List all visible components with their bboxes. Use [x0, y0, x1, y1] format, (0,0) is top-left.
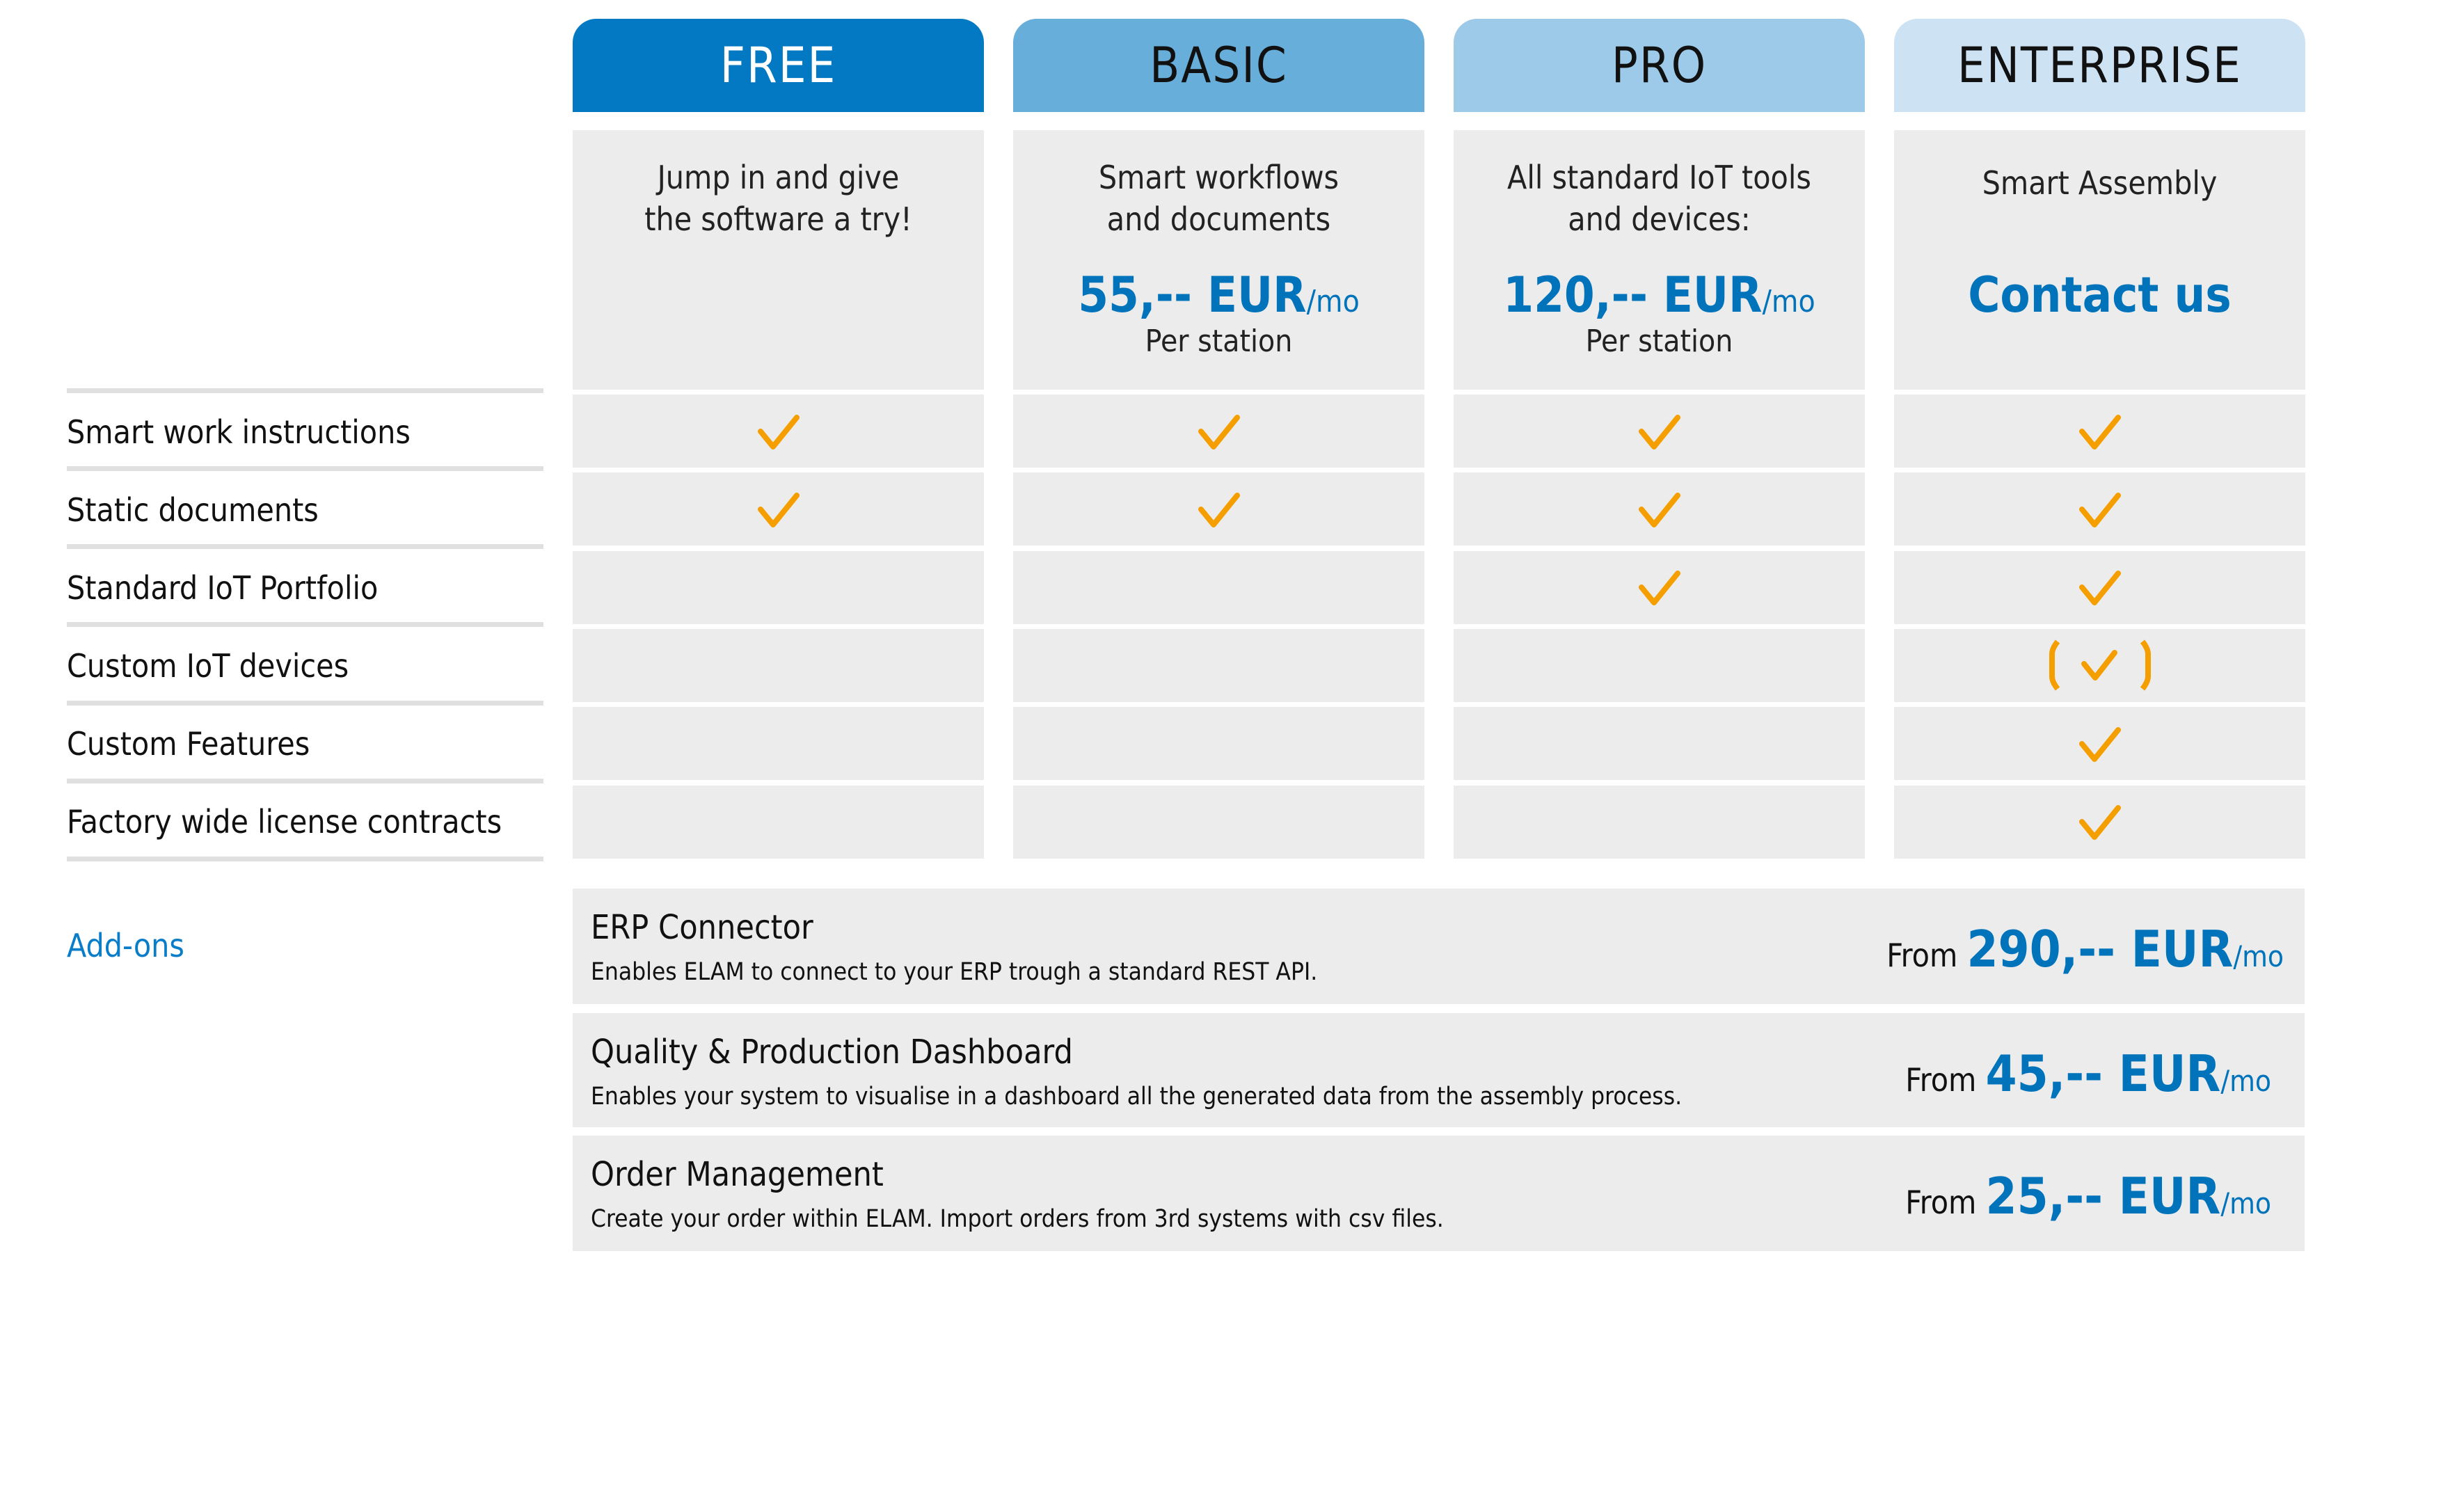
- divider: [67, 466, 543, 471]
- feature-label: Static documents: [67, 491, 319, 529]
- price-value: 290,-- EUR: [1966, 920, 2234, 978]
- divider: [67, 857, 543, 861]
- plan-card-enterprise: Smart Assembly Contact us: [1894, 130, 2305, 390]
- feature-cell: [1013, 785, 1424, 859]
- plan-price: 55,-- EUR/mo: [1013, 266, 1424, 324]
- feature-label: Custom IoT devices: [67, 647, 349, 685]
- plan-description: Smart workflows and documents: [1098, 159, 1339, 238]
- feature-cell: [1894, 472, 2305, 546]
- price-prefix: From: [1886, 937, 1958, 974]
- partial-check-icon: [2049, 639, 2151, 691]
- price-value: 25,-- EUR: [1985, 1167, 2221, 1225]
- addon-order-management: Order Management Create your order withi…: [573, 1136, 2305, 1251]
- plan-price: 120,-- EUR/mo: [1454, 266, 1865, 324]
- plan-description: Jump in and give the software a try!: [644, 159, 912, 238]
- plan-description: All standard IoT tools and devices:: [1507, 159, 1811, 238]
- feature-label: Custom Features: [67, 725, 310, 763]
- plan-header-basic: BASIC: [1013, 19, 1424, 112]
- feature-cell: [1894, 628, 2305, 702]
- check-icon: [1638, 414, 1680, 449]
- check-icon: [2078, 492, 2121, 527]
- price-value: 45,-- EUR: [1985, 1044, 2221, 1103]
- addon-price: From 25,-- EUR/mo: [1905, 1167, 2271, 1225]
- price-prefix: From: [1905, 1184, 1977, 1221]
- feature-cell: [573, 550, 984, 624]
- contact-us-link[interactable]: Contact us: [1894, 266, 2305, 324]
- plan-card-pro: All standard IoT tools and devices: 120,…: [1454, 130, 1865, 390]
- check-icon: [2078, 726, 2121, 762]
- addons-heading: Add-ons: [67, 927, 184, 964]
- addon-name: Order Management: [591, 1155, 884, 1194]
- price-period: /mo: [2233, 939, 2284, 973]
- check-icon: [2078, 805, 2121, 840]
- feature-label: Factory wide license contracts: [67, 803, 502, 841]
- feature-cell: [1013, 707, 1424, 781]
- feature-cell: [1454, 628, 1865, 702]
- plan-card-free: Jump in and give the software a try!: [573, 130, 984, 390]
- feature-label: Standard IoT Portfolio: [67, 569, 379, 607]
- price-unit: Per station: [1585, 324, 1733, 359]
- price-period: /mo: [1762, 284, 1815, 319]
- addon-name: Quality & Production Dashboard: [591, 1033, 1073, 1072]
- feature-cell: [1013, 628, 1424, 702]
- feature-cell: [573, 472, 984, 546]
- feature-cell: [1013, 472, 1424, 546]
- check-icon: [1638, 571, 1680, 606]
- check-icon: [757, 492, 800, 527]
- feature-cell: [1894, 785, 2305, 859]
- feature-cell: [1454, 395, 1865, 468]
- divider: [67, 388, 543, 393]
- feature-cell: [1894, 707, 2305, 781]
- addon-description: Create your order within ELAM. Import or…: [591, 1205, 1444, 1233]
- feature-cell: [1454, 785, 1865, 859]
- check-icon: [757, 414, 800, 449]
- feature-cell: [573, 395, 984, 468]
- divider: [67, 701, 543, 706]
- feature-cell: [1454, 472, 1865, 546]
- price-period: /mo: [2220, 1186, 2271, 1220]
- divider: [67, 544, 543, 549]
- feature-cell: [573, 628, 984, 702]
- check-icon: [1198, 492, 1240, 527]
- feature-cell: [1894, 395, 2305, 468]
- price-period: /mo: [2220, 1064, 2271, 1098]
- check-icon: [1198, 414, 1240, 449]
- plan-header-pro: PRO: [1454, 19, 1865, 112]
- price-value: 55,-- EUR: [1078, 266, 1307, 324]
- feature-cell: [1894, 550, 2305, 624]
- price-period: /mo: [1306, 284, 1360, 319]
- addon-name: ERP Connector: [591, 908, 813, 947]
- addon-price: From 45,-- EUR/mo: [1905, 1044, 2271, 1103]
- feature-cell: [573, 707, 984, 781]
- feature-label: Smart work instructions: [67, 413, 411, 451]
- check-icon: [2078, 571, 2121, 606]
- addon-erp-connector: ERP Connector Enables ELAM to connect to…: [573, 889, 2305, 1004]
- feature-cell: [573, 785, 984, 859]
- feature-cell: [1013, 550, 1424, 624]
- plan-header-enterprise: ENTERPRISE: [1894, 19, 2305, 112]
- divider: [67, 779, 543, 783]
- addon-description: Enables your system to visualise in a da…: [591, 1083, 1683, 1111]
- addon-description: Enables ELAM to connect to your ERP trou…: [591, 958, 1318, 986]
- addon-price: From 290,-- EUR/mo: [1886, 920, 2284, 978]
- price-prefix: From: [1905, 1061, 1977, 1099]
- feature-cell: [1013, 395, 1424, 468]
- divider: [67, 622, 543, 627]
- feature-cell: [1454, 550, 1865, 624]
- check-icon: [1638, 492, 1680, 527]
- plan-description: Smart Assembly: [1982, 164, 2218, 202]
- feature-cell: [1454, 707, 1865, 781]
- plan-card-basic: Smart workflows and documents 55,-- EUR/…: [1013, 130, 1424, 390]
- addon-dashboard: Quality & Production Dashboard Enables y…: [573, 1013, 2305, 1127]
- price-unit: Per station: [1145, 324, 1293, 359]
- plan-header-free: FREE: [573, 19, 984, 112]
- check-icon: [2078, 414, 2121, 449]
- price-value: 120,-- EUR: [1503, 266, 1763, 324]
